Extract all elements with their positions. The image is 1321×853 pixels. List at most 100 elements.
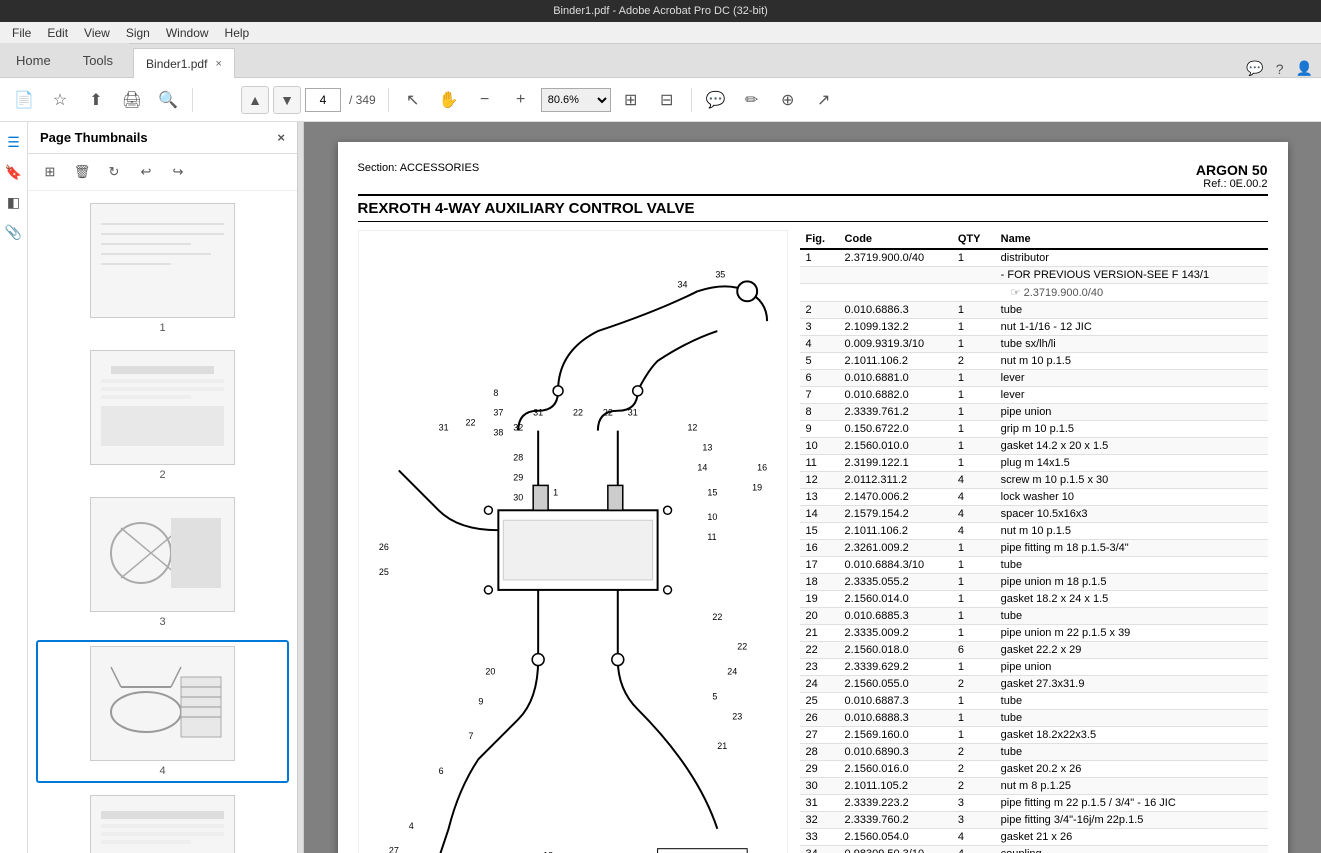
table-row: 280.010.6890.32tube xyxy=(800,744,1268,761)
cell-qty: 1 xyxy=(952,608,995,625)
stamp-button[interactable]: ⊕ xyxy=(772,84,804,116)
thumbnail-4[interactable]: 4 xyxy=(36,640,289,783)
svg-text:22: 22 xyxy=(602,408,612,418)
cell-fig: 13 xyxy=(800,489,839,506)
tab-tools[interactable]: Tools xyxy=(67,43,129,77)
thumbnail-rotate-cw-button[interactable]: ↻ xyxy=(100,158,128,186)
table-row: 142.1579.154.24spacer 10.5x16x3 xyxy=(800,506,1268,523)
table-row: 250.010.6887.31tube xyxy=(800,693,1268,710)
title-bar: Binder1.pdf - Adobe Acrobat Pro DC (32-b… xyxy=(0,0,1321,22)
cell-name: pipe union m 18 p.1.5 xyxy=(995,574,1268,591)
cell-qty: 4 xyxy=(952,523,995,540)
cell-fig: 4 xyxy=(800,336,839,353)
table-row: 182.3335.055.21pipe union m 18 p.1.5 xyxy=(800,574,1268,591)
sidebar-title: Page Thumbnails xyxy=(40,130,148,145)
thumbnail-undo-button[interactable]: ↩ xyxy=(132,158,160,186)
page-number-input[interactable] xyxy=(305,88,341,112)
thumbnail-grid-button[interactable]: ⊞ xyxy=(36,158,64,186)
menu-edit[interactable]: Edit xyxy=(39,24,76,42)
sidebar: Page Thumbnails × ⊞ 🗑 ↻ ↩ ↪ xyxy=(28,122,298,853)
cell-name: nut 1-1/16 - 12 JIC xyxy=(995,319,1268,336)
hand-tool-button[interactable]: ✋ xyxy=(433,84,465,116)
svg-text:22: 22 xyxy=(465,418,475,428)
table-row: 200.010.6885.31tube xyxy=(800,608,1268,625)
svg-text:1: 1 xyxy=(553,487,558,497)
cell-qty: 1 xyxy=(952,591,995,608)
table-row: 52.1011.106.22nut m 10 p.1.5 xyxy=(800,353,1268,370)
chat-icon[interactable]: 💬 xyxy=(1246,60,1263,77)
thumbnail-delete-button[interactable]: 🗑 xyxy=(68,158,96,186)
next-page-button[interactable]: ▼ xyxy=(273,86,301,114)
export-button[interactable]: ↗ xyxy=(808,84,840,116)
thumbnail-redo-button[interactable]: ↪ xyxy=(164,158,192,186)
cell-fig: 15 xyxy=(800,523,839,540)
cell-code: 2.3335.055.2 xyxy=(839,574,952,591)
cell-qty: 2 xyxy=(952,676,995,693)
cell-qty: 6 xyxy=(952,642,995,659)
menu-window[interactable]: Window xyxy=(158,24,217,42)
thumbnail-1[interactable]: 1 xyxy=(36,199,289,338)
bookmarks-icon[interactable]: 🔖 xyxy=(2,160,26,184)
cell-qty: 4 xyxy=(952,472,995,489)
svg-text:35: 35 xyxy=(715,269,725,279)
cell-fig: 31 xyxy=(800,795,839,812)
svg-text:16: 16 xyxy=(757,462,767,472)
cell-code: 0.010.6890.3 xyxy=(839,744,952,761)
help-icon[interactable]: ? xyxy=(1276,61,1284,77)
main-layout: ☰ 🔖 ◧ 📎 Page Thumbnails × ⊞ 🗑 ↻ ↩ ↪ xyxy=(0,122,1321,853)
toolbar-separator-1 xyxy=(192,88,193,112)
table-row: 102.1560.010.01gasket 14.2 x 20 x 1.5 xyxy=(800,438,1268,455)
cell-qty: 1 xyxy=(952,625,995,642)
cell-fig: 14 xyxy=(800,506,839,523)
table-row: ☞ 2.3719.900.0/40 xyxy=(800,284,1268,302)
layers-icon[interactable]: ◧ xyxy=(2,190,26,214)
menu-view[interactable]: View xyxy=(76,24,118,42)
menu-help[interactable]: Help xyxy=(217,24,258,42)
tab-close-button[interactable]: × xyxy=(215,58,221,70)
cell-fig: 26 xyxy=(800,710,839,727)
cell-qty: 1 xyxy=(952,727,995,744)
cell-qty: 1 xyxy=(952,370,995,387)
pdf-area: Section: ACCESSORIES ARGON 50 Ref.: 0E.0… xyxy=(304,122,1321,853)
search-button[interactable]: 🔍 xyxy=(152,84,184,116)
table-row: 90.150.6722.01grip m 10 p.1.5 xyxy=(800,421,1268,438)
menu-file[interactable]: File xyxy=(4,24,39,42)
print-button[interactable]: 🖨 xyxy=(116,84,148,116)
cell-qty: 1 xyxy=(952,421,995,438)
table-row: 232.3339.629.21pipe union xyxy=(800,659,1268,676)
cell-code: 0.010.6884.3/10 xyxy=(839,557,952,574)
cell-name: nut m 10 p.1.5 xyxy=(995,353,1268,370)
sidebar-header: Page Thumbnails × xyxy=(28,122,297,154)
user-icon[interactable]: 👤 xyxy=(1296,60,1313,77)
zoom-select[interactable]: 80.6% 50% 75% 100% 125% 150% xyxy=(541,88,611,112)
tab-document[interactable]: Binder1.pdf × xyxy=(133,48,235,78)
cell-qty: 1 xyxy=(952,659,995,676)
cell-code: 2.1560.014.0 xyxy=(839,591,952,608)
thumbnails-icon[interactable]: ☰ xyxy=(2,130,26,154)
cell-code: 2.3335.009.2 xyxy=(839,625,952,642)
bookmark-button[interactable]: ☆ xyxy=(44,84,76,116)
upload-button[interactable]: ⬆ xyxy=(80,84,112,116)
table-row: 70.010.6882.01lever xyxy=(800,387,1268,404)
marquee-zoom-button[interactable]: ⊞ xyxy=(615,84,647,116)
select-tool-button[interactable]: ↖ xyxy=(397,84,429,116)
table-row: - FOR PREVIOUS VERSION-SEE F 143/1 xyxy=(800,267,1268,284)
prev-page-button[interactable]: ▲ xyxy=(241,86,269,114)
thumbnail-3[interactable]: 3 xyxy=(36,493,289,632)
attachments-icon[interactable]: 📎 xyxy=(2,220,26,244)
new-button[interactable]: 📄 xyxy=(8,84,40,116)
thumbnail-2[interactable]: 2 xyxy=(36,346,289,485)
cell-name: distributor xyxy=(995,249,1268,267)
highlight-button[interactable]: ✏ xyxy=(736,84,768,116)
sidebar-close-button[interactable]: × xyxy=(277,130,285,145)
thumbnail-5[interactable]: 5 xyxy=(36,791,289,853)
cell-fig: 16 xyxy=(800,540,839,557)
snap-button[interactable]: ⊟ xyxy=(651,84,683,116)
menu-sign[interactable]: Sign xyxy=(118,24,158,42)
zoom-in-button[interactable]: + xyxy=(505,84,537,116)
zoom-out-button[interactable]: − xyxy=(469,84,501,116)
cell-qty xyxy=(952,267,995,284)
tab-home[interactable]: Home xyxy=(0,43,67,77)
comment-button[interactable]: 💬 xyxy=(700,84,732,116)
cell-code: 2.1560.018.0 xyxy=(839,642,952,659)
